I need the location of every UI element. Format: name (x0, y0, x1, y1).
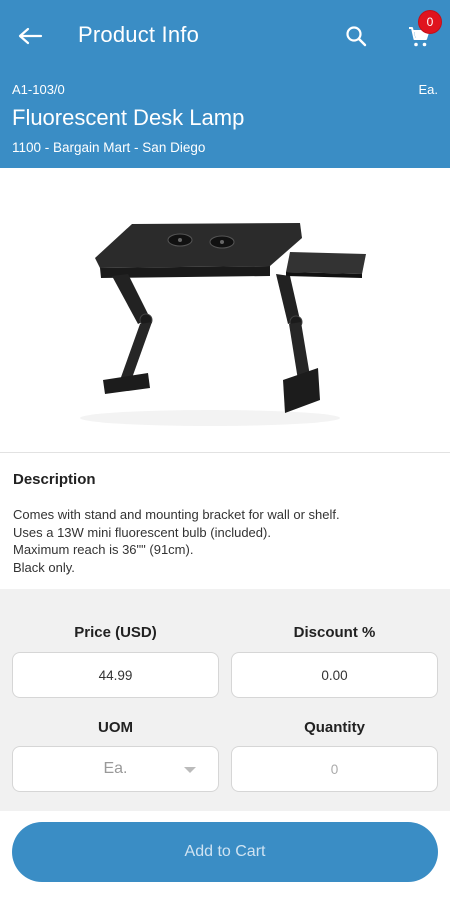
price-field[interactable]: 44.99 (12, 652, 219, 698)
product-header: A1-103/0 Ea. Fluorescent Desk Lamp 1100 … (0, 72, 450, 168)
description-heading: Description (13, 471, 96, 488)
description-line: Maximum reach is 36"" (91cm). (13, 542, 194, 557)
add-to-cart-button[interactable]: Add to Cart (12, 822, 438, 882)
search-icon[interactable] (340, 20, 372, 52)
discount-label: Discount % (293, 624, 376, 641)
app-bar: Product Info 0 (0, 0, 450, 72)
product-name: Fluorescent Desk Lamp (12, 105, 245, 130)
description-section: Description Comes with stand and mountin… (0, 454, 450, 589)
description-body: Comes with stand and mounting bracket fo… (13, 506, 433, 576)
description-line: Uses a 13W mini fluorescent bulb (includ… (13, 524, 271, 540)
product-image (0, 168, 450, 453)
uom-selected-value: Ea. (103, 760, 128, 777)
back-arrow-icon[interactable] (14, 20, 46, 52)
chevron-down-icon (184, 767, 196, 773)
uom-select[interactable]: Ea. (12, 746, 219, 792)
product-unit: Ea. (418, 82, 438, 97)
description-line: Comes with stand and mounting bracket fo… (13, 507, 340, 522)
uom-label: UOM (98, 719, 133, 736)
page-title: Product Info (78, 22, 200, 47)
product-sku: A1-103/0 (12, 82, 65, 97)
quantity-field[interactable]: 0 (231, 746, 438, 792)
store-name: 1100 - Bargain Mart - San Diego (12, 140, 206, 155)
footer-bar: Add to Cart (0, 811, 450, 900)
description-line: Black only. (13, 559, 75, 575)
price-label: Price (USD) (74, 624, 157, 641)
cart-count-badge: 0 (418, 10, 442, 34)
discount-field[interactable]: 0.00 (231, 652, 438, 698)
order-form: Price (USD) Discount % 44.99 0.00 UOM Qu… (0, 589, 450, 811)
quantity-label: Quantity (304, 719, 365, 736)
